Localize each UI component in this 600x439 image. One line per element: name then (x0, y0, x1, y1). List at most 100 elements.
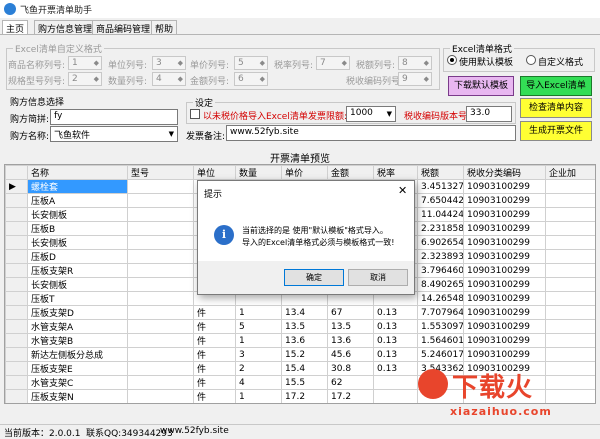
table-cell[interactable]: 1.5646017... (417, 333, 464, 348)
table-cell[interactable]: 2 (236, 404, 282, 405)
table-cell[interactable]: 0.13 (373, 361, 418, 376)
table-cell[interactable] (545, 235, 595, 250)
row-header[interactable] (5, 361, 28, 376)
table-cell[interactable] (545, 347, 595, 362)
table-cell[interactable]: 10903100299 (463, 291, 546, 306)
table-cell[interactable]: 0.13 (373, 319, 418, 334)
row-header[interactable]: ▶ (5, 179, 28, 194)
table-cell[interactable] (545, 305, 595, 320)
row-header[interactable] (5, 207, 28, 222)
table-cell[interactable] (545, 207, 595, 222)
column-header[interactable]: 金额 (327, 165, 374, 180)
table-cell[interactable] (127, 333, 194, 348)
table-cell[interactable]: 45.6 (327, 347, 374, 362)
table-cell[interactable]: 新达左侧板分总成 (27, 347, 128, 362)
tax-rate-col-spinner[interactable]: 7 ◆ (316, 56, 350, 70)
row-header[interactable] (5, 319, 28, 334)
table-cell[interactable] (545, 263, 595, 278)
table-cell[interactable]: 1 (235, 333, 282, 348)
column-header[interactable]: 单位 (193, 165, 236, 180)
table-cell[interactable]: 13.4 (281, 305, 328, 320)
unit-col-spinner[interactable]: 3 ◆ (152, 56, 186, 70)
table-cell[interactable]: 10903100299 (463, 249, 546, 264)
buyer-name-select[interactable]: 飞鱼软件 ▼ (50, 126, 178, 142)
row-header[interactable] (5, 375, 28, 390)
table-cell[interactable] (127, 249, 194, 264)
table-cell[interactable]: 件 (193, 361, 236, 376)
table-cell[interactable]: 15.2 (281, 347, 328, 362)
column-header[interactable]: 单价 (281, 165, 328, 180)
tab-home[interactable]: 主页 (2, 20, 29, 35)
row-header[interactable] (5, 235, 28, 250)
table-cell[interactable] (545, 221, 595, 236)
column-header[interactable]: 数量 (235, 165, 282, 180)
table-cell[interactable]: 10903100299 (463, 277, 546, 292)
table-cell[interactable]: 3.7964601... (417, 263, 464, 278)
amount-col-spinner[interactable]: 6 ◆ (234, 72, 268, 86)
row-header[interactable] (5, 263, 28, 278)
table-cell[interactable] (374, 404, 418, 405)
tax-code-col-spinner[interactable]: 9 ◆ (398, 72, 432, 86)
table-cell[interactable] (127, 207, 194, 222)
table-cell[interactable] (127, 375, 194, 390)
table-cell[interactable] (128, 404, 194, 405)
table-cell[interactable]: 6.9026548... (417, 235, 464, 250)
table-cell[interactable]: 13.6 (281, 333, 328, 348)
table-cell[interactable] (545, 291, 595, 306)
table-cell[interactable] (127, 319, 194, 334)
table-cell[interactable] (127, 277, 194, 292)
table-cell[interactable] (373, 389, 418, 403)
unit-price-col-spinner[interactable]: 5 ◆ (234, 56, 268, 70)
table-cell[interactable]: 15.4 (281, 361, 328, 376)
buyer-short-input[interactable]: fy (50, 109, 178, 125)
row-header[interactable] (5, 221, 28, 236)
table-cell[interactable]: 水管支架D (28, 404, 128, 405)
table-cell[interactable] (127, 347, 194, 362)
cancel-button[interactable]: 取消 (348, 269, 408, 286)
row-header[interactable] (6, 404, 28, 405)
table-cell[interactable]: 3 (235, 347, 282, 362)
table-cell[interactable]: 件 (193, 375, 236, 390)
table-row[interactable]: 水管支架A件513.513.50.131.5530973...109031002… (5, 319, 595, 334)
row-header[interactable] (5, 305, 28, 320)
table-cell[interactable]: 件 (193, 333, 236, 348)
table-cell[interactable]: 8.4902654... (417, 277, 464, 292)
tab-buyer-management[interactable]: 购方信息管理 (34, 20, 97, 35)
spec-model-col-spinner[interactable]: 2 ◆ (68, 72, 102, 86)
table-cell[interactable]: 17.2 (281, 389, 328, 403)
table-cell[interactable]: 10903100299 (463, 305, 546, 320)
table-cell[interactable]: 水管支架C (27, 375, 128, 390)
table-cell[interactable]: 压板B (27, 221, 128, 236)
table-cell[interactable]: 10903100299 (463, 333, 546, 348)
table-cell[interactable]: 13.5 (327, 319, 374, 334)
close-icon[interactable]: ✕ (398, 184, 407, 197)
column-header[interactable]: 名称 (27, 165, 128, 180)
table-cell[interactable]: 压板D (27, 249, 128, 264)
table-cell[interactable]: 10903100299 (463, 347, 546, 362)
table-cell[interactable] (127, 179, 194, 194)
table-cell[interactable]: 螺栓套 (27, 179, 128, 194)
table-cell[interactable]: 压板T (27, 291, 128, 306)
table-cell[interactable]: 长安侧板 (27, 207, 128, 222)
table-cell[interactable]: 10903100299 (463, 235, 546, 250)
table-cell[interactable]: 1.5530973... (417, 319, 464, 334)
table-cell[interactable]: 7.6504424... (417, 193, 464, 208)
table-cell[interactable]: 4 (235, 375, 282, 390)
table-cell[interactable]: 件 (193, 389, 236, 403)
table-cell[interactable]: 7.7079646... (417, 305, 464, 320)
row-header[interactable] (5, 249, 28, 264)
row-header[interactable] (5, 277, 28, 292)
table-cell[interactable]: 压板A (27, 193, 128, 208)
column-header[interactable]: 企业加 (545, 165, 595, 180)
table-cell[interactable]: 13.6 (327, 333, 374, 348)
table-cell[interactable]: 长安侧板 (27, 235, 128, 250)
table-cell[interactable]: 0.13 (373, 347, 418, 362)
table-cell[interactable]: 10903100299 (463, 179, 546, 194)
row-header[interactable] (5, 193, 28, 208)
table-cell[interactable]: 2.3238938... (417, 249, 464, 264)
table-cell[interactable]: 17.3 (282, 404, 328, 405)
table-cell[interactable]: 压板支架R (27, 263, 128, 278)
table-cell[interactable]: 11.044247... (417, 207, 464, 222)
table-cell[interactable]: 17.2 (327, 389, 374, 403)
row-header[interactable] (5, 333, 28, 348)
